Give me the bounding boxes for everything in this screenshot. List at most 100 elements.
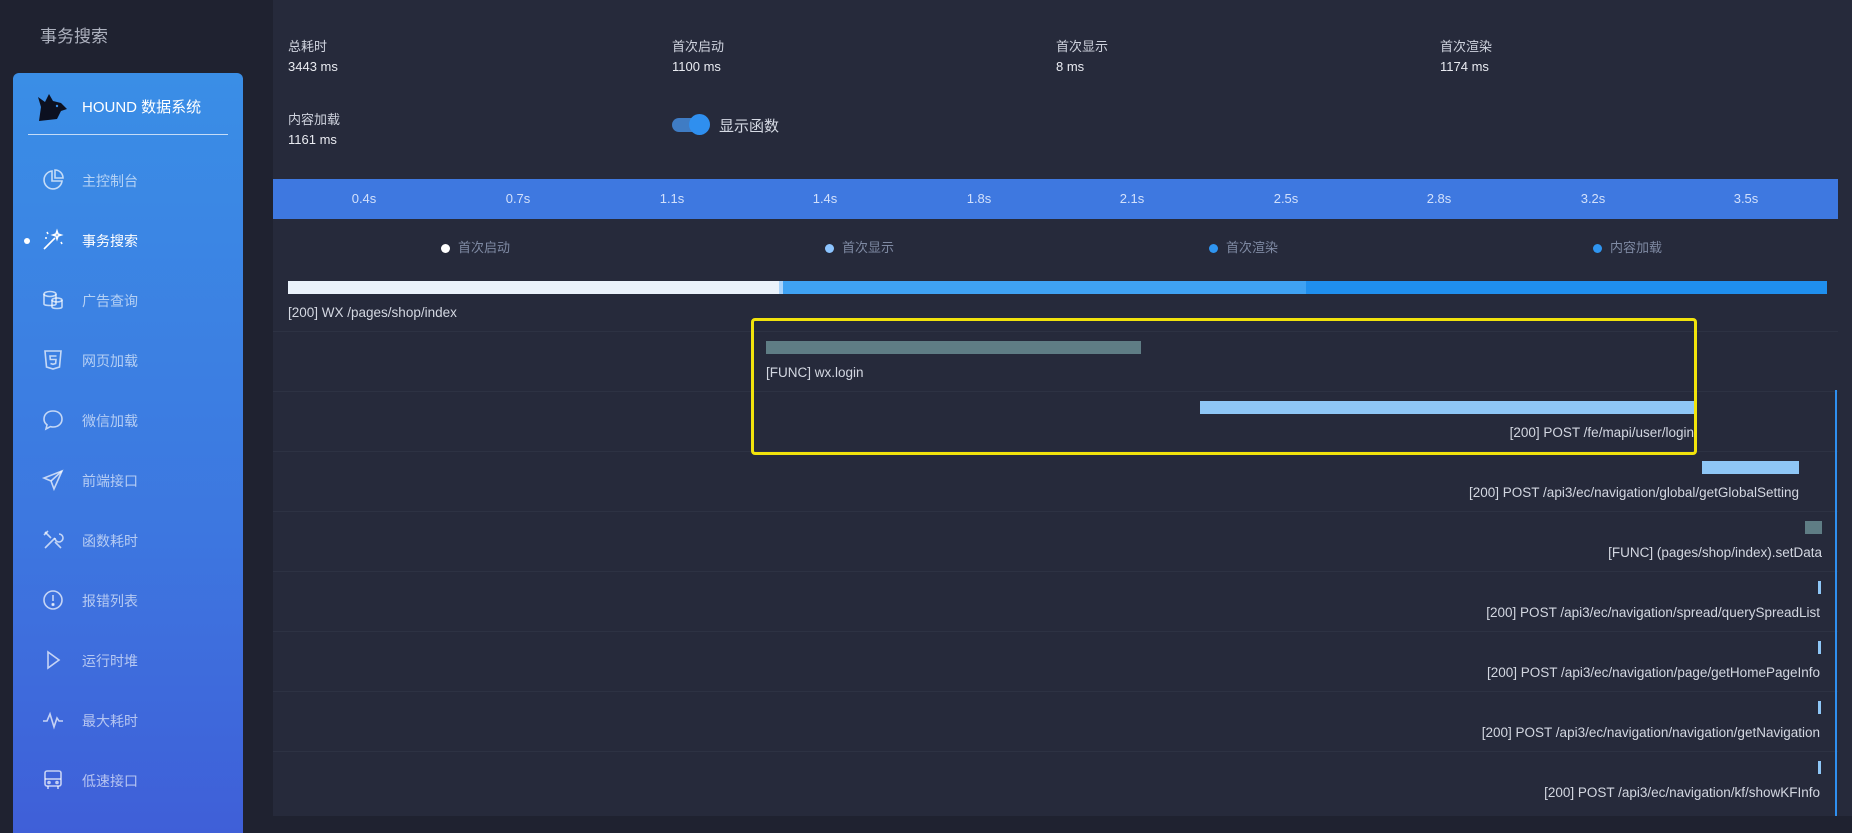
waterfall-bar[interactable] [1805, 521, 1822, 534]
legend-dot [1593, 244, 1602, 253]
waterfall-bar[interactable] [1702, 461, 1799, 474]
waterfall-label[interactable]: [200] POST /api3/ec/navigation/page/getH… [1487, 665, 1820, 680]
waterfall-label[interactable]: [200] POST /api3/ec/navigation/kf/showKF… [1544, 785, 1820, 800]
html5-icon [44, 350, 62, 370]
stat-value: 1161 ms [288, 132, 337, 147]
sidebar-item-label: 低速接口 [82, 773, 138, 789]
row-divider [273, 571, 1838, 572]
tools-icon [43, 530, 64, 549]
waterfall-label[interactable]: [200] POST /fe/mapi/user/login [1510, 425, 1694, 440]
stat-value: 1100 ms [672, 59, 721, 74]
sidebar-item-frontend-api[interactable]: 前端接口 [13, 456, 243, 504]
alert-circle-icon [43, 590, 63, 610]
sidebar-item-runtime-heap[interactable]: 运行时堆 [13, 636, 243, 684]
stat-value: 8 ms [1056, 59, 1085, 74]
waterfall-bar[interactable] [1818, 701, 1821, 714]
row-divider [273, 751, 1838, 752]
page-title: 事务搜索 [40, 27, 108, 46]
stat-label: 内容加载 [288, 112, 341, 127]
bus-icon [44, 770, 62, 789]
show-functions-toggle[interactable] [672, 114, 710, 136]
sidebar-item-wechat-load[interactable]: 微信加载 [13, 396, 243, 444]
legend-first-launch: 首次启动 [441, 237, 510, 256]
sidebar-item-web-load[interactable]: 网页加载 [13, 336, 243, 384]
waterfall-bar[interactable] [1818, 581, 1821, 594]
stat-first-launch: 首次启动 1100 ms [672, 36, 724, 74]
waterfall-label[interactable]: [200] POST /api3/ec/navigation/global/ge… [1469, 485, 1799, 500]
row-divider [273, 451, 1838, 452]
legend-label: 首次渲染 [1226, 240, 1279, 255]
waterfall-bar[interactable] [1818, 761, 1821, 774]
stat-value: 3443 ms [288, 59, 338, 74]
sidebar-item-slow-api[interactable]: 低速接口 [13, 756, 243, 804]
sidebar-item-max-time[interactable]: 最大耗时 [13, 696, 243, 744]
sidebar-item-ad-query[interactable]: 广告查询 [13, 276, 243, 324]
legend-dot [441, 244, 450, 253]
time-axis: 0.4s 0.7s 1.1s 1.4s 1.8s 2.1s 2.5s 2.8s … [273, 179, 1838, 219]
row-divider [273, 511, 1838, 512]
row-divider [273, 331, 1838, 332]
sidebar-item-label: 函数耗时 [82, 533, 138, 549]
time-tick: 1.4s [812, 191, 838, 206]
magic-wand-icon [43, 228, 64, 250]
waterfall-bar[interactable] [1200, 401, 1694, 414]
stat-value: 1174 ms [1440, 59, 1489, 74]
sidebar-item-label: 广告查询 [82, 293, 138, 309]
waterfall-label[interactable]: [FUNC] wx.login [766, 365, 864, 380]
sidebar-item-label: 主控制台 [82, 173, 138, 189]
legend-first-display: 首次显示 [825, 237, 894, 256]
legend-label: 首次启动 [458, 240, 511, 255]
stat-label: 首次启动 [672, 39, 725, 54]
brand-name: HOUND 数据系统 [82, 99, 202, 116]
sidebar-item-dashboard[interactable]: 主控制台 [13, 156, 243, 204]
show-functions-label: 显示函数 [719, 118, 780, 135]
sidebar-item-label: 报错列表 [82, 593, 138, 609]
time-tick: 0.7s [505, 191, 531, 206]
sidebar-item-label: 最大耗时 [82, 713, 138, 729]
row-divider [273, 631, 1838, 632]
time-tick: 3.2s [1580, 191, 1606, 206]
play-icon [47, 650, 61, 670]
sidebar-item-label: 网页加载 [82, 353, 138, 369]
scroll-indicator[interactable] [1835, 390, 1837, 816]
time-tick: 2.8s [1426, 191, 1452, 206]
sidebar-item-function-time[interactable]: 函数耗时 [13, 516, 243, 564]
sidebar-item-error-list[interactable]: 报错列表 [13, 576, 243, 624]
sidebar-item-label: 运行时堆 [82, 653, 138, 669]
sidebar-item-label: 微信加载 [82, 413, 138, 429]
divider [28, 134, 228, 135]
waterfall-label[interactable]: [200] POST /api3/ec/navigation/spread/qu… [1486, 605, 1820, 620]
brand[interactable]: HOUND 数据系统 [13, 73, 243, 135]
stat-first-display: 首次显示 8 ms [1056, 36, 1108, 74]
pulse-icon [43, 711, 63, 730]
chat-bubble-icon [43, 410, 63, 431]
coins-icon [43, 290, 63, 310]
time-tick: 2.5s [1273, 191, 1299, 206]
row-divider [273, 691, 1838, 692]
toggle-knob [689, 114, 710, 135]
legend-dot [825, 244, 834, 253]
time-tick: 1.1s [659, 191, 685, 206]
sidebar-item-label: 事务搜索 [82, 233, 138, 249]
sidebar: HOUND 数据系统 主控制台 事务搜索 广告查询 网页加载 微信加载 前端接口… [13, 73, 243, 833]
legend-content-load: 内容加载 [1593, 237, 1662, 256]
stat-label: 首次显示 [1056, 39, 1109, 54]
time-tick: 1.8s [966, 191, 992, 206]
legend-first-render: 首次渲染 [1209, 237, 1278, 256]
waterfall-label[interactable]: [FUNC] (pages/shop/index).setData [1608, 545, 1822, 560]
row-divider [273, 391, 1838, 392]
waterfall-bar[interactable] [766, 341, 1141, 354]
stat-label: 总耗时 [288, 39, 328, 54]
main-request-label[interactable]: [200] WX /pages/shop/index [288, 305, 457, 320]
stat-label: 首次渲染 [1440, 39, 1493, 54]
main-panel: 总耗时 3443 ms 首次启动 1100 ms 首次显示 8 ms 首次渲染 … [273, 0, 1852, 816]
segment-first-render [783, 281, 1306, 294]
waterfall-label[interactable]: [200] POST /api3/ec/navigation/navigatio… [1482, 725, 1820, 740]
waterfall-bar[interactable] [1818, 641, 1821, 654]
time-tick: 2.1s [1119, 191, 1145, 206]
sidebar-item-transaction-search[interactable]: 事务搜索 [13, 216, 243, 264]
legend-dot [1209, 244, 1218, 253]
paper-plane-icon [41, 469, 64, 492]
segment-content-load [1306, 281, 1827, 294]
stat-first-render: 首次渲染 1174 ms [1440, 36, 1492, 74]
